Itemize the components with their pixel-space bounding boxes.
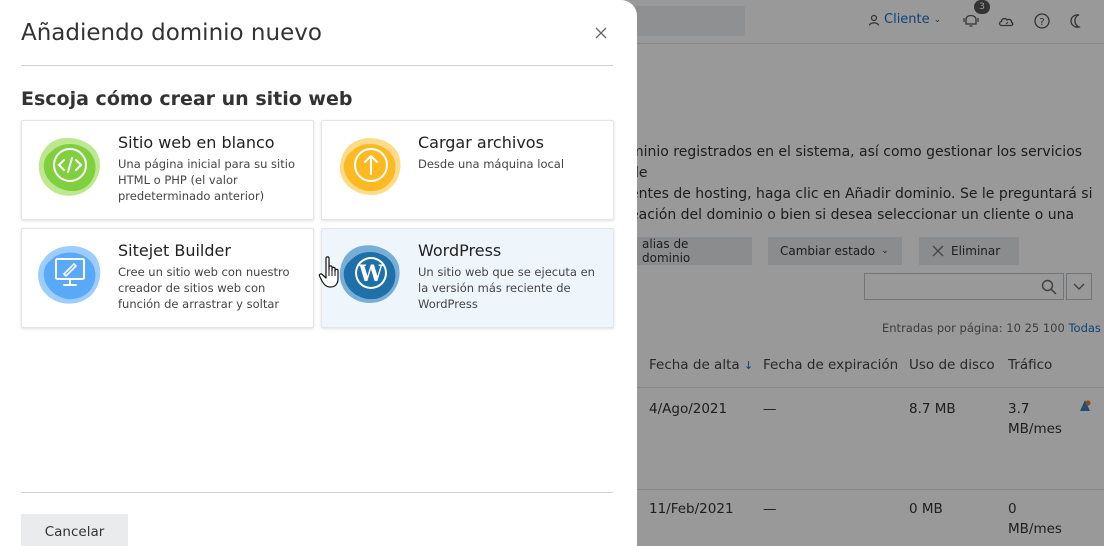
close-button[interactable] — [590, 22, 612, 44]
option-title: Cargar archivos — [418, 133, 544, 152]
wordpress-icon: W — [339, 245, 400, 303]
section-title: Escoja cómo crear un sitio web — [21, 88, 353, 110]
option-card-sitejet-builder[interactable]: Sitejet Builder Cree un sitio web con nu… — [21, 228, 314, 328]
upload-icon — [339, 138, 401, 195]
option-title: WordPress — [418, 241, 502, 260]
hand-cursor-icon — [318, 256, 339, 288]
option-description: Un sitio web que se ejecuta en la versió… — [418, 265, 595, 311]
option-card-wordpress[interactable]: W WordPress Un sitio web que se ejecuta … — [321, 228, 614, 328]
divider — [21, 492, 613, 493]
builder-icon — [38, 245, 101, 304]
option-card-upload-files[interactable]: Cargar archivos Desde una máquina local — [321, 120, 614, 220]
option-title: Sitio web en blanco — [118, 133, 275, 152]
option-description: Una página inicial para su sitio HTML o … — [118, 157, 295, 203]
modal-title: Añadiendo dominio nuevo — [21, 20, 322, 46]
cancel-button[interactable]: Cancelar — [21, 514, 128, 546]
svg-text:W: W — [358, 261, 384, 287]
option-description: Desde una máquina local — [418, 157, 565, 171]
option-title: Sitejet Builder — [118, 241, 231, 260]
close-icon — [595, 27, 607, 39]
option-card-blank-site[interactable]: Sitio web en blanco Una página inicial p… — [21, 120, 314, 220]
option-description: Cree un sitio web con nuestro creador de… — [118, 265, 290, 311]
divider — [21, 65, 613, 66]
code-icon — [38, 137, 100, 196]
